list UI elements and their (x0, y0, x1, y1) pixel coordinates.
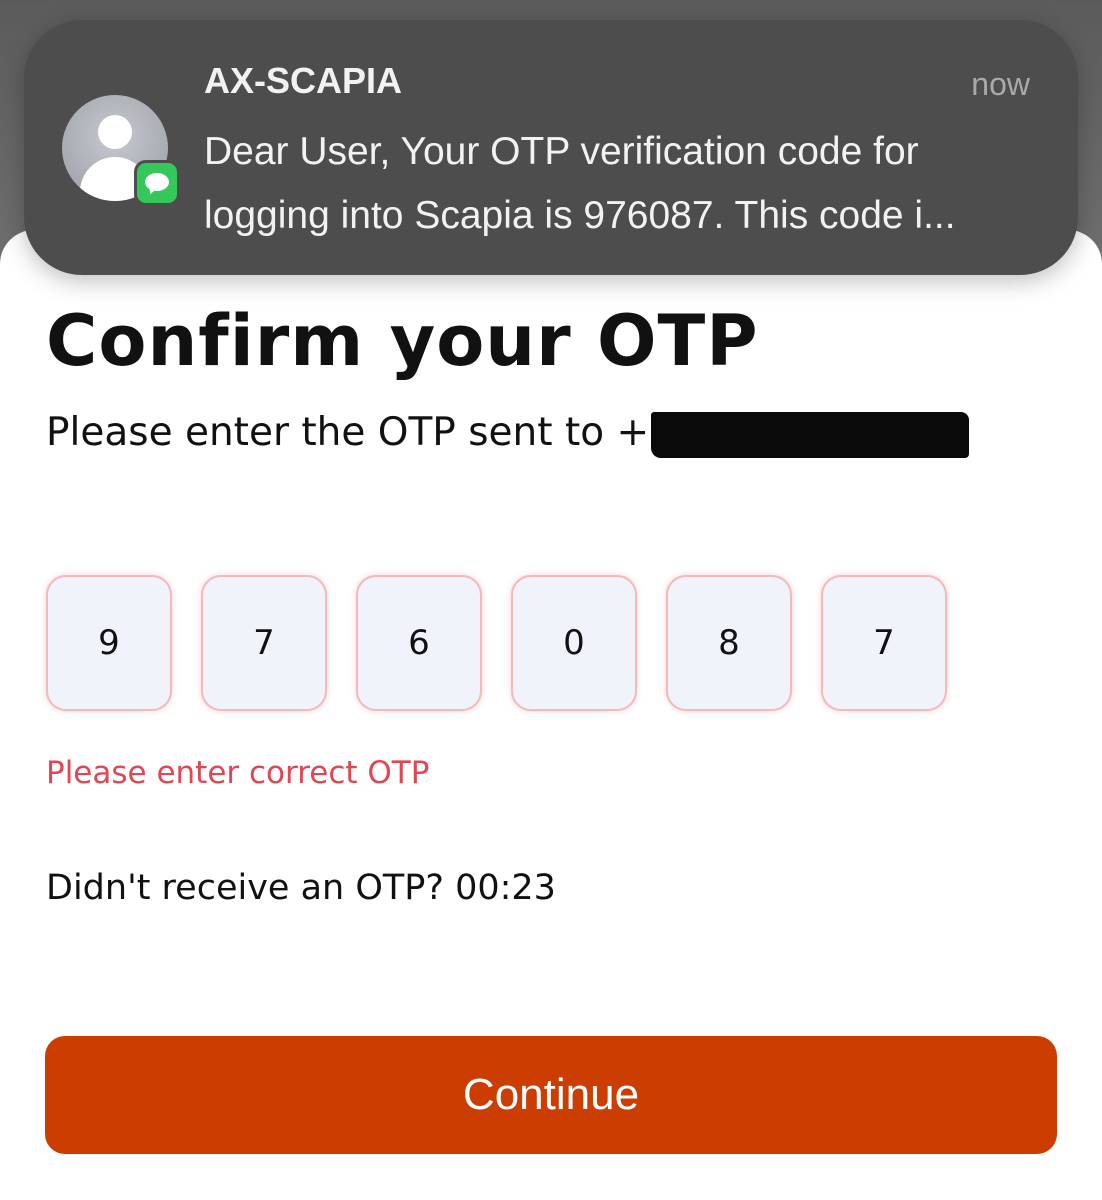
notification-line-2: logging into Scapia is 976087. This code… (204, 194, 956, 237)
otp-error-message: Please enter correct OTP (46, 755, 430, 791)
sms-notification-banner[interactable]: AX-SCAPIA now Dear User, Your OTP verifi… (24, 20, 1078, 275)
notification-line-1: Dear User, Your OTP verification code fo… (204, 130, 919, 173)
otp-digit-4[interactable]: 0 (511, 575, 637, 711)
messages-app-icon (134, 160, 180, 206)
otp-instruction: Please enter the OTP sent to + (46, 410, 970, 458)
redacted-phone-number (651, 411, 970, 458)
notification-sender: AX-SCAPIA (204, 60, 403, 101)
page-title: Confirm your OTP (46, 300, 759, 382)
otp-digit-1[interactable]: 9 (46, 575, 172, 711)
otp-digit-3[interactable]: 6 (356, 575, 482, 711)
otp-digit-6[interactable]: 7 (821, 575, 947, 711)
notification-time: now (971, 66, 1030, 102)
otp-digit-2[interactable]: 7 (201, 575, 327, 711)
resend-otp-timer: Didn't receive an OTP? 00:23 (46, 868, 556, 908)
continue-button[interactable]: Continue (45, 1036, 1057, 1154)
avatar-head (98, 115, 132, 149)
otp-digit-5[interactable]: 8 (666, 575, 792, 711)
otp-input-group: 9 7 6 0 8 7 (46, 575, 947, 711)
otp-instruction-text: Please enter the OTP sent to + (46, 410, 650, 455)
notification-message: Dear User, Your OTP verification code fo… (204, 120, 1044, 248)
